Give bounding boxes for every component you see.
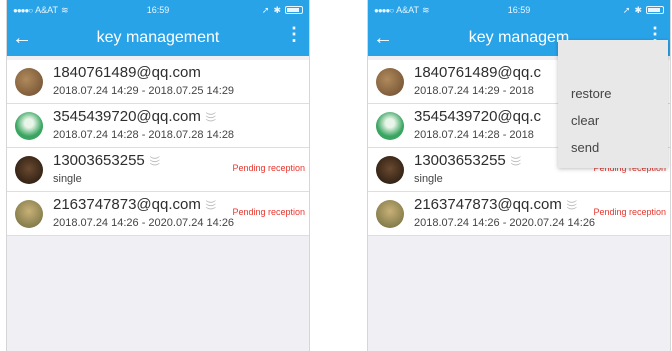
shared-signal-icon: ))) bbox=[509, 156, 521, 166]
key-validity: 2018.07.24 14:28 - 2018.07.28 14:28 bbox=[53, 129, 235, 141]
shared-signal-icon: ))) bbox=[565, 200, 577, 210]
key-list: 1840761489@qq.com 2018.07.24 14:29 - 201… bbox=[7, 60, 309, 236]
key-validity: single bbox=[414, 173, 443, 185]
phone-screen-menu: ●●●●○ A&AT ≋ 16:59 ➚ ✱ ← key managem ⋮ 1… bbox=[367, 0, 671, 351]
menu-item-send[interactable]: send bbox=[558, 134, 668, 161]
key-account: 3545439720@qq.c bbox=[414, 108, 542, 125]
avatar bbox=[376, 199, 404, 228]
avatar bbox=[15, 199, 43, 228]
key-row[interactable]: 3545439720@qq.com))) 2018.07.24 14:28 - … bbox=[7, 104, 309, 148]
key-account: 2163747873@qq.com bbox=[53, 196, 201, 213]
avatar bbox=[15, 155, 43, 184]
key-validity: 2018.07.24 14:29 - 2018.07.25 14:29 bbox=[53, 85, 235, 97]
avatar bbox=[376, 111, 404, 140]
key-row[interactable]: 1840761489@qq.com 2018.07.24 14:29 - 201… bbox=[7, 60, 309, 104]
key-validity: 2018.07.24 14:26 - 2020.07.24 14:26 bbox=[414, 217, 596, 229]
key-account: 3545439720@qq.com bbox=[53, 108, 201, 125]
status-bar: ●●●●○ A&AT ≋ 16:59 ➚ ✱ bbox=[7, 0, 309, 20]
key-row[interactable]: 13003653255))) single Pending reception bbox=[7, 148, 309, 192]
key-validity: 2018.07.24 14:26 - 2020.07.24 14:26 bbox=[53, 217, 235, 229]
app-bar: ●●●●○ A&AT ≋ 16:59 ➚ ✱ ← key management … bbox=[7, 0, 309, 56]
menu-item-clear[interactable]: clear bbox=[558, 107, 668, 134]
status-badge: Pending reception bbox=[232, 207, 305, 217]
clock: 16:59 bbox=[146, 5, 170, 15]
key-account: 13003653255 bbox=[414, 152, 506, 169]
shared-signal-icon: ))) bbox=[148, 156, 160, 166]
battery-icon bbox=[646, 6, 664, 14]
page-title: key management bbox=[96, 29, 220, 46]
key-account: 2163747873@qq.com bbox=[414, 196, 562, 213]
shared-signal-icon: ))) bbox=[204, 200, 216, 210]
more-options-icon[interactable]: ⋮ bbox=[285, 25, 303, 43]
clock: 16:59 bbox=[507, 5, 531, 15]
menu-item-restore[interactable]: restore bbox=[558, 80, 668, 107]
key-account: 1840761489@qq.com bbox=[53, 64, 201, 81]
overflow-menu: restore clear send bbox=[558, 40, 668, 168]
shared-signal-icon: ))) bbox=[204, 112, 216, 122]
status-bar: ●●●●○ A&AT ≋ 16:59 ➚ ✱ bbox=[368, 0, 670, 20]
key-validity: single bbox=[53, 173, 82, 185]
key-account: 1840761489@qq.c bbox=[414, 64, 542, 81]
key-validity: 2018.07.24 14:29 - 2018 bbox=[414, 85, 534, 97]
status-badge: Pending reception bbox=[232, 163, 305, 173]
status-badge: Pending reception bbox=[593, 207, 666, 217]
key-validity: 2018.07.24 14:28 - 2018 bbox=[414, 129, 534, 141]
avatar bbox=[15, 111, 43, 140]
avatar bbox=[376, 155, 404, 184]
phone-screen-list: ●●●●○ A&AT ≋ 16:59 ➚ ✱ ← key management … bbox=[6, 0, 310, 351]
key-row[interactable]: 2163747873@qq.com))) 2018.07.24 14:26 - … bbox=[7, 192, 309, 236]
key-row[interactable]: 2163747873@qq.com))) 2018.07.24 14:26 - … bbox=[368, 192, 670, 236]
avatar bbox=[376, 67, 404, 96]
key-account: 13003653255 bbox=[53, 152, 145, 169]
battery-icon bbox=[285, 6, 303, 14]
avatar bbox=[15, 67, 43, 96]
